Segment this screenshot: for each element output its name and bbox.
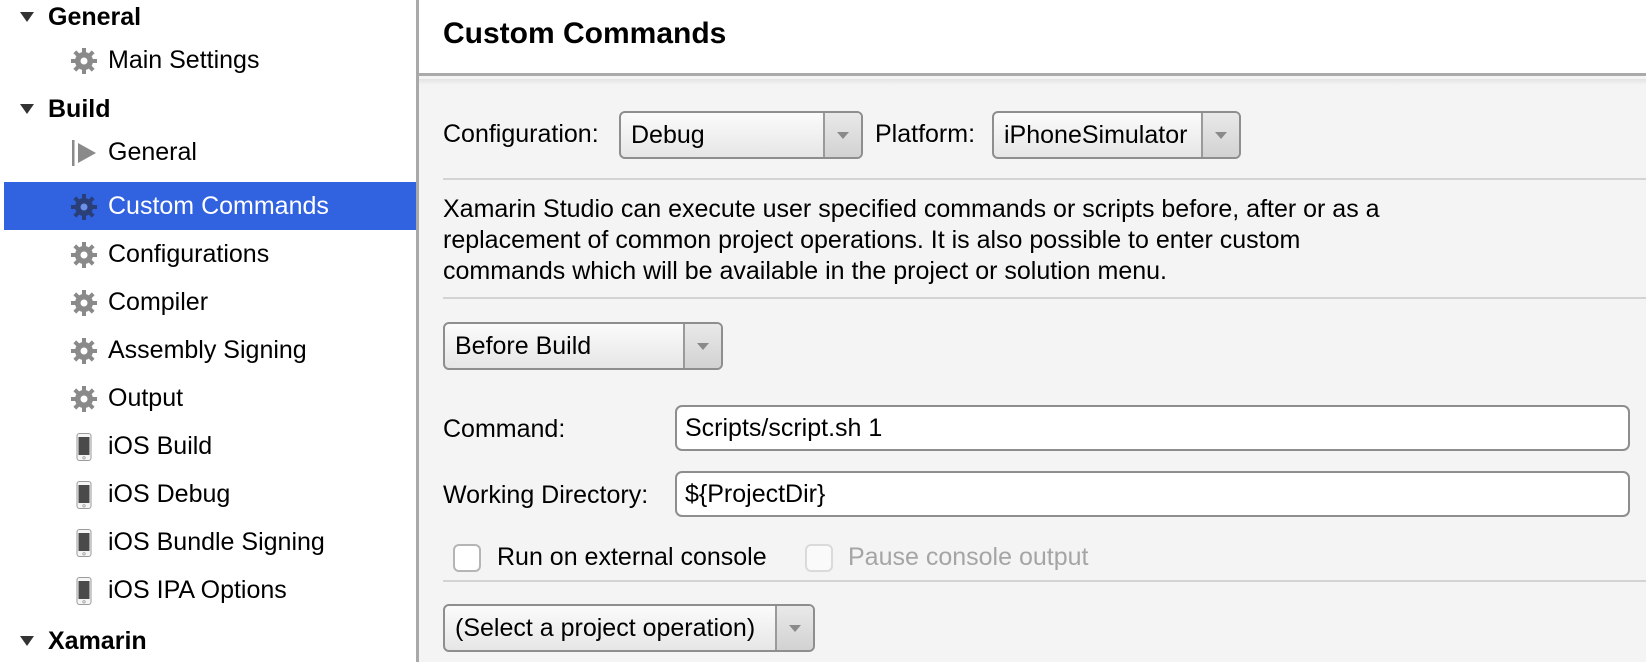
separator <box>443 178 1646 180</box>
build-play-icon <box>72 140 96 166</box>
platform-label: Platform: <box>875 120 976 148</box>
panel-header: Custom Commands <box>419 0 1646 76</box>
sidebar-item-label: Custom Commands <box>108 192 329 220</box>
configuration-dropdown[interactable]: Debug <box>619 111 863 159</box>
sidebar-item-ios-bundle-signing[interactable]: iOS Bundle Signing <box>4 518 416 566</box>
description-text: Xamarin Studio can execute user specifie… <box>443 195 1380 285</box>
working-directory-input[interactable] <box>675 471 1630 517</box>
pause-console-output-label: Pause console output <box>848 543 1089 571</box>
chevron-down-icon <box>789 625 801 632</box>
sidebar-item-label: Output <box>108 384 184 412</box>
select-project-operation-dropdown[interactable]: (Select a project operation) <box>443 604 815 652</box>
dropdown-button[interactable] <box>823 113 861 157</box>
command-label: Command: <box>443 415 566 443</box>
gear-icon <box>71 242 97 268</box>
header-shadow <box>419 79 1646 85</box>
sidebar-section-build[interactable]: Build <box>0 92 416 132</box>
dropdown-button[interactable] <box>1201 113 1239 157</box>
sidebar-item-build-general[interactable]: General <box>4 128 416 176</box>
iphone-icon <box>76 481 92 509</box>
sidebar-item-output[interactable]: Output <box>4 374 416 422</box>
options-sidebar: General Main Settings Build General Cust… <box>0 0 416 662</box>
sidebar-item-label: iOS Build <box>108 432 213 460</box>
sidebar-item-ios-debug[interactable]: iOS Debug <box>4 470 416 518</box>
configuration-value: Debug <box>631 121 705 149</box>
sidebar-item-label: iOS IPA Options <box>108 576 287 604</box>
chevron-down-icon <box>697 343 709 350</box>
sidebar-section-xamarin[interactable]: Xamarin <box>0 624 416 662</box>
chevron-down-icon <box>837 132 849 139</box>
gear-icon <box>71 386 97 412</box>
sidebar-item-label: Main Settings <box>108 46 260 74</box>
configuration-label: Configuration: <box>443 120 599 148</box>
dropdown-button[interactable] <box>683 324 721 368</box>
sidebar-item-custom-commands[interactable]: Custom Commands <box>4 182 416 230</box>
expander-down-icon[interactable] <box>20 12 34 22</box>
gear-icon <box>71 290 97 316</box>
iphone-icon <box>76 529 92 557</box>
command-input[interactable] <box>675 405 1630 451</box>
sidebar-item-label: Assembly Signing <box>108 336 307 364</box>
page-title: Custom Commands <box>443 17 727 50</box>
platform-value: iPhoneSimulator <box>1004 121 1188 149</box>
expander-down-icon[interactable] <box>20 636 34 646</box>
sidebar-section-general[interactable]: General <box>0 0 416 40</box>
iphone-icon <box>76 433 92 461</box>
run-external-console-label[interactable]: Run on external console <box>497 542 767 572</box>
sidebar-section-label: Build <box>48 95 111 123</box>
operation-value: Before Build <box>455 332 592 360</box>
dropdown-button[interactable] <box>775 606 813 650</box>
gear-icon <box>71 338 97 364</box>
separator <box>443 297 1646 299</box>
expander-down-icon[interactable] <box>20 104 34 114</box>
sidebar-item-label: iOS Bundle Signing <box>108 528 325 556</box>
pause-console-output-checkbox <box>805 544 833 572</box>
sidebar-section-label: General <box>48 3 142 31</box>
sidebar-section-label: Xamarin <box>48 627 147 655</box>
sidebar-item-ios-build[interactable]: iOS Build <box>4 422 416 470</box>
working-directory-label: Working Directory: <box>443 481 649 509</box>
gear-icon <box>71 194 97 220</box>
operation-dropdown[interactable]: Before Build <box>443 322 723 370</box>
chevron-down-icon <box>1215 132 1227 139</box>
project-options-window: General Main Settings Build General Cust… <box>0 0 1646 662</box>
sidebar-item-main-settings[interactable]: Main Settings <box>4 36 416 84</box>
sidebar-item-label: General <box>108 138 197 166</box>
select-operation-value: (Select a project operation) <box>455 614 756 642</box>
separator <box>443 580 1646 582</box>
custom-commands-panel: Custom Commands Configuration: Debug Pla… <box>419 0 1646 662</box>
sidebar-item-compiler[interactable]: Compiler <box>4 278 416 326</box>
sidebar-item-configurations[interactable]: Configurations <box>4 230 416 278</box>
sidebar-item-label: Configurations <box>108 240 270 268</box>
sidebar-item-label: Compiler <box>108 288 209 316</box>
sidebar-item-ios-ipa-options[interactable]: iOS IPA Options <box>4 566 416 614</box>
platform-dropdown[interactable]: iPhoneSimulator <box>992 111 1241 159</box>
gear-icon <box>71 48 97 74</box>
run-external-console-checkbox[interactable] <box>453 544 481 572</box>
sidebar-item-label: iOS Debug <box>108 480 231 508</box>
sidebar-item-assembly-signing[interactable]: Assembly Signing <box>4 326 416 374</box>
iphone-icon <box>76 577 92 605</box>
